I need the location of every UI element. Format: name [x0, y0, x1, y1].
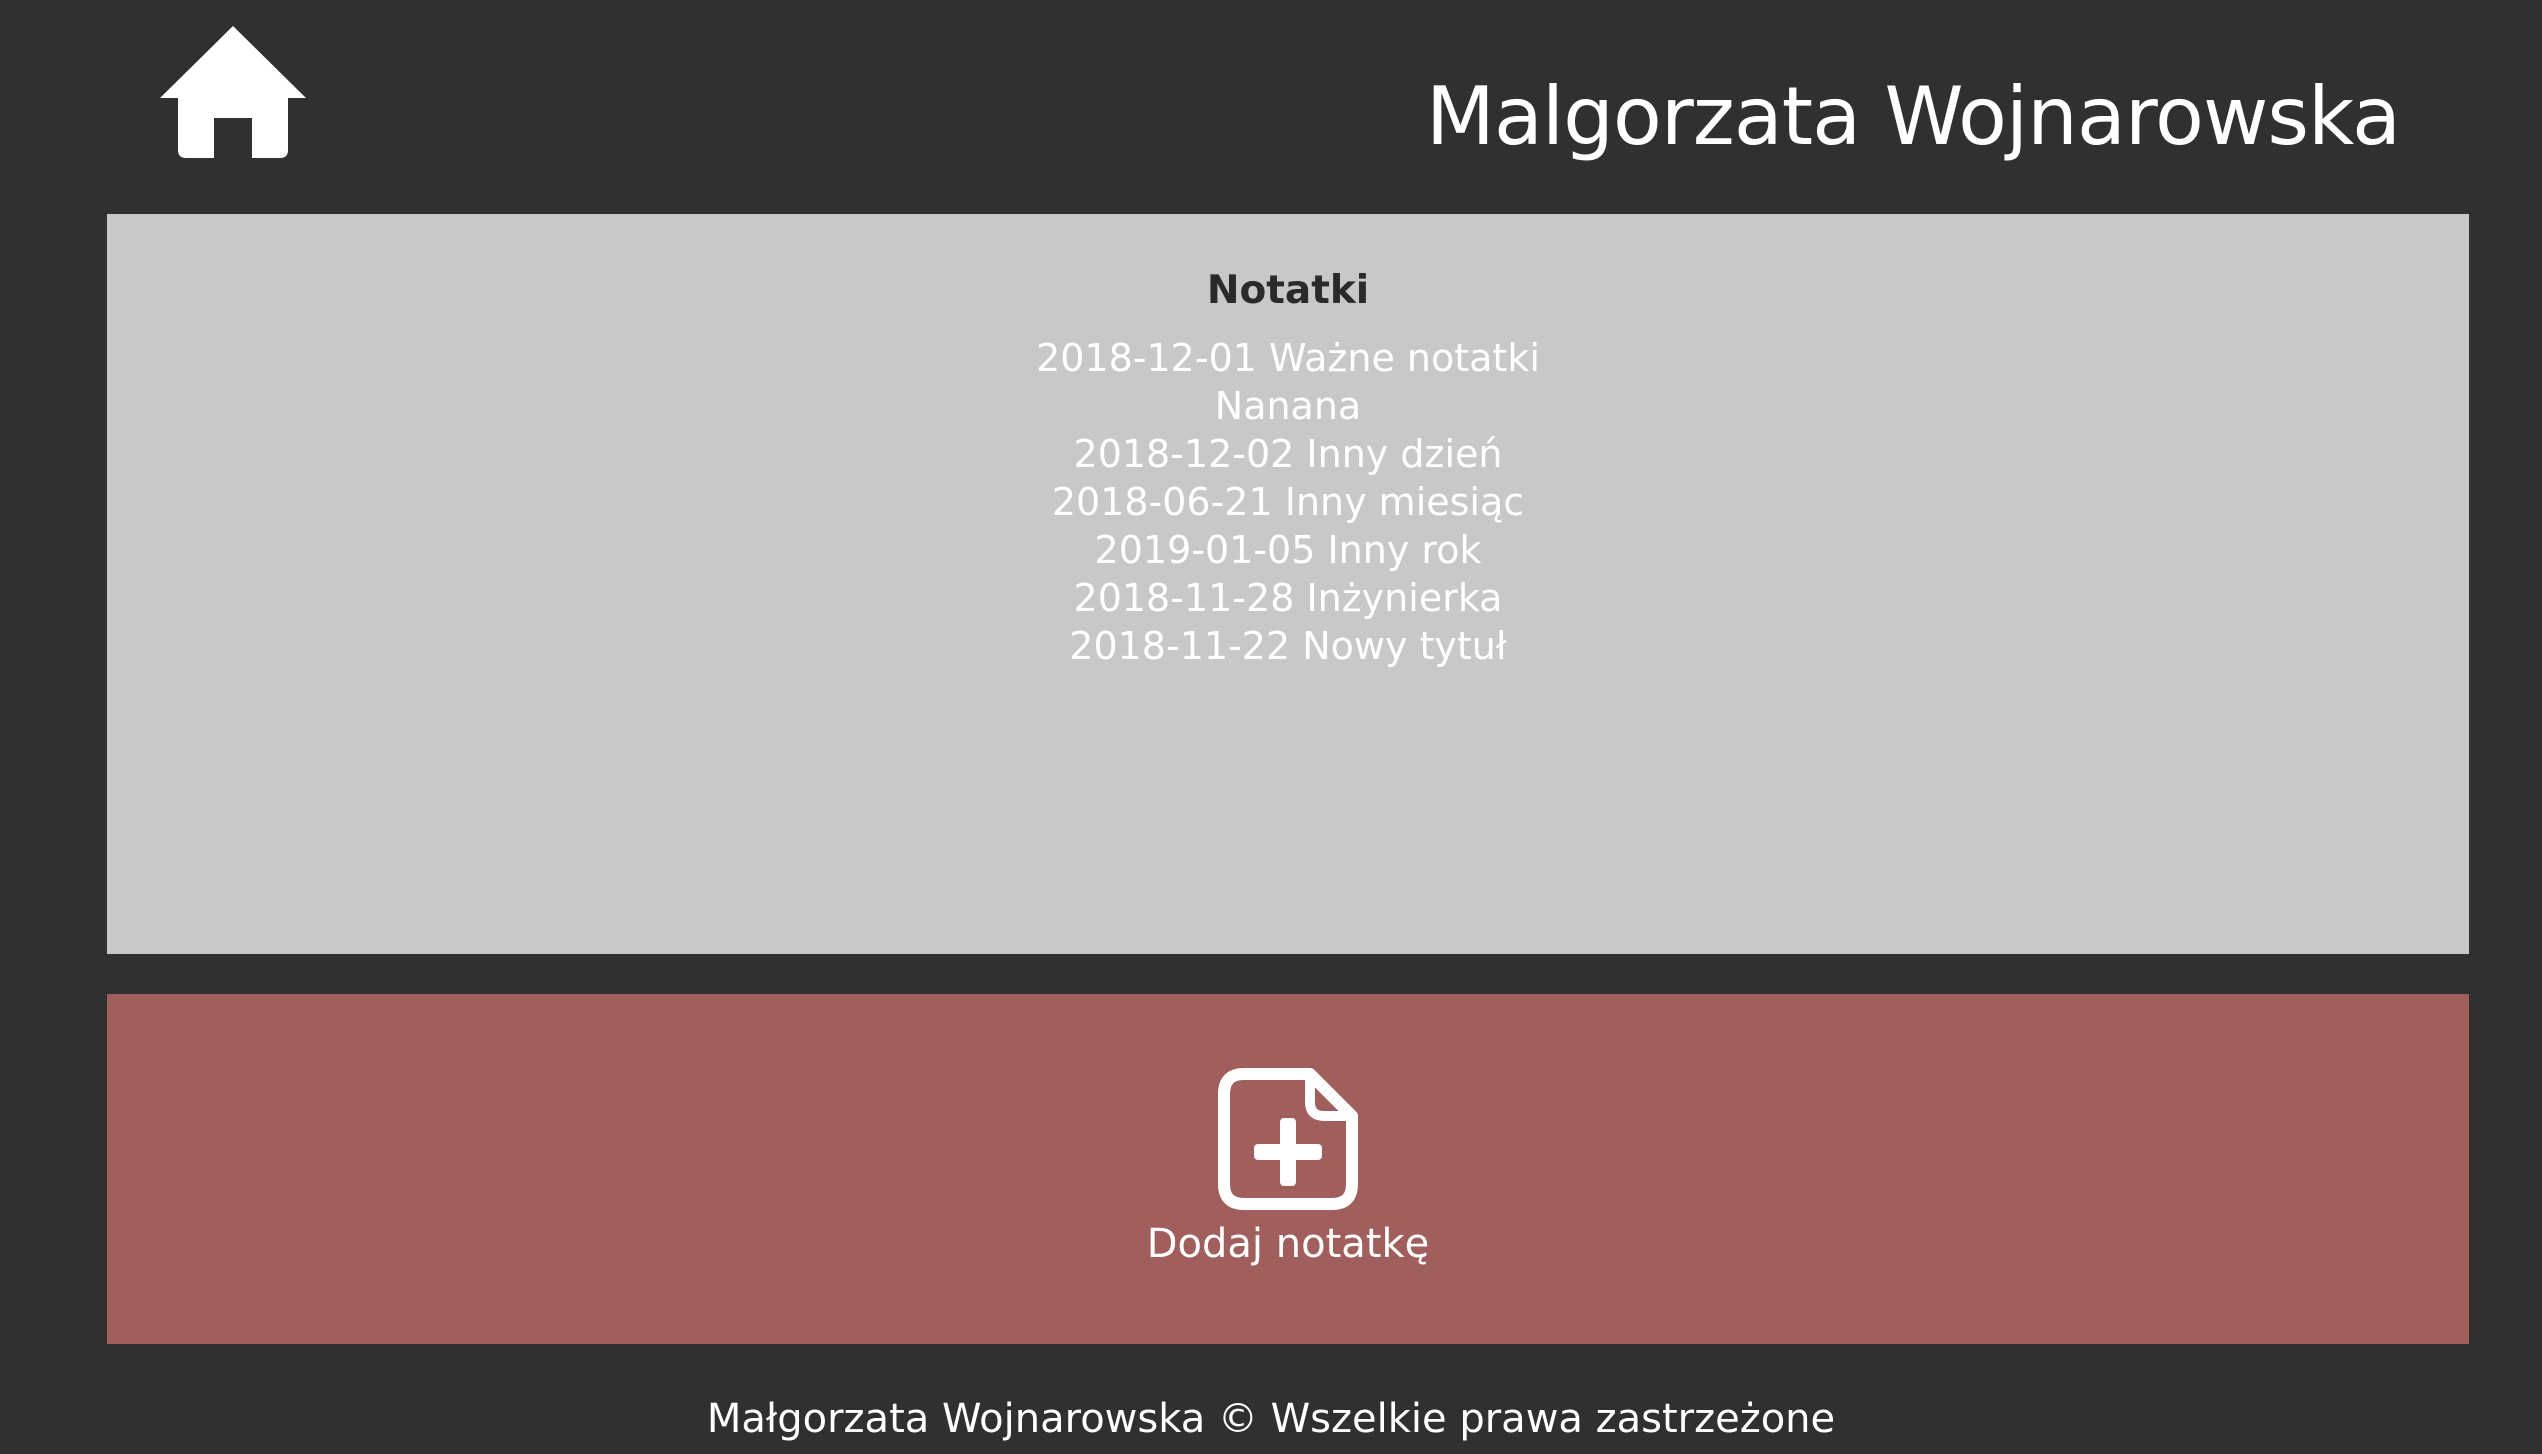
- note-item: 2018-06-21 Inny miesiąc: [107, 478, 2469, 526]
- note-link[interactable]: 2018-11-28 Inżynierka: [1074, 576, 1503, 620]
- note-item: 2018-11-28 Inżynierka: [107, 574, 2469, 622]
- note-item: Nanana: [107, 382, 2469, 430]
- note-link[interactable]: 2018-06-21 Inny miesiąc: [1052, 480, 1524, 524]
- note-link[interactable]: 2018-12-02 Inny dzień: [1074, 432, 1503, 476]
- note-item: 2018-12-02 Inny dzień: [107, 430, 2469, 478]
- notes-panel: Notatki 2018-12-01 Ważne notatki Nanana …: [107, 214, 2469, 954]
- notes-list: 2018-12-01 Ważne notatki Nanana 2018-12-…: [107, 328, 2469, 670]
- note-link[interactable]: 2019-01-05 Inny rok: [1095, 528, 1482, 572]
- footer-copyright: Małgorzata Wojnarowska © Wszelkie prawa …: [706, 1396, 1836, 1442]
- file-plus-icon: [1218, 1068, 1358, 1210]
- note-link[interactable]: 2018-11-22 Nowy tytuł: [1069, 624, 1506, 668]
- add-note-button[interactable]: Dodaj notatkę: [107, 994, 2469, 1344]
- note-item: 2018-12-01 Ważne notatki: [107, 334, 2469, 382]
- header: Malgorzata Wojnarowska: [0, 0, 2542, 214]
- note-link[interactable]: Nanana: [1215, 384, 1361, 428]
- site-title: Malgorzata Wojnarowska: [1425, 70, 2401, 163]
- home-icon: [160, 26, 306, 158]
- add-note-label: Dodaj notatkę: [1146, 1221, 1430, 1267]
- home-button[interactable]: [160, 26, 306, 158]
- notes-heading: Notatki: [1206, 268, 1370, 313]
- note-link[interactable]: 2018-12-01 Ważne notatki: [1036, 336, 1540, 380]
- note-item: 2019-01-05 Inny rok: [107, 526, 2469, 574]
- note-item: 2018-11-22 Nowy tytuł: [107, 622, 2469, 670]
